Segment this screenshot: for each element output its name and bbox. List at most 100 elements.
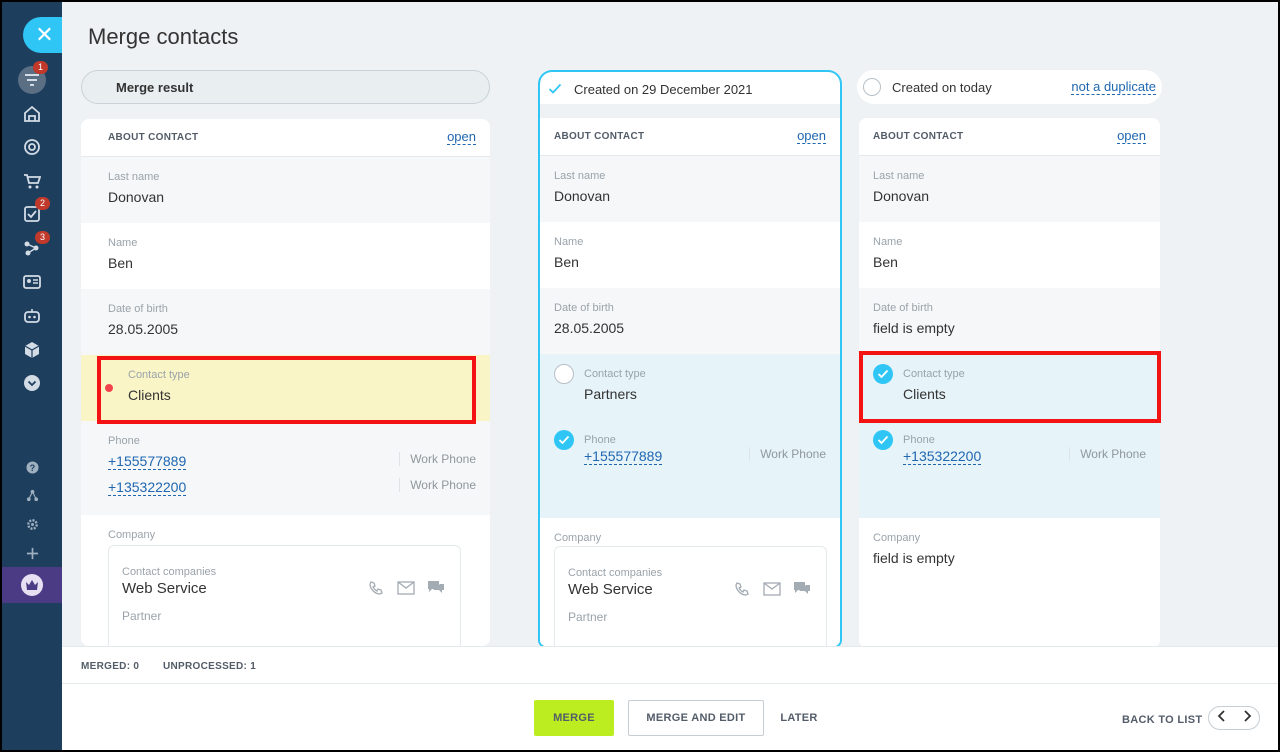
box-icon[interactable] [20,338,44,362]
action-bar: MERGE MERGE AND EDIT LATER BACK TO LIST [62,684,1278,750]
pager [1208,706,1260,730]
field-label: Last name [554,170,606,182]
tasks-badge: 2 [35,197,50,210]
open-link[interactable]: open [447,130,476,145]
company-field: Company field is empty [859,518,1160,648]
highlight-contact-type-duplicate [859,351,1161,423]
phone-number-link[interactable]: +135322200 [903,448,982,465]
company-card[interactable]: Contact companies Web Service Partner [108,545,461,646]
phone-selected-check-icon[interactable] [554,430,574,450]
filter-icon[interactable]: 1 [18,61,48,94]
help-icon[interactable]: ? [20,455,44,479]
company-card[interactable]: Contact companies Web Service Partner [554,546,827,646]
structure-icon[interactable] [20,483,44,507]
crown-icon [21,574,43,596]
merge-button[interactable]: MERGE [534,700,614,736]
open-link[interactable]: open [797,129,826,144]
filter-badge: 1 [33,61,48,74]
phone-selected-check-icon[interactable] [873,430,893,450]
more-chevron-icon[interactable] [20,371,44,395]
merge-and-edit-button[interactable]: MERGE AND EDIT [628,700,764,736]
highlight-contact-type-result [97,356,476,424]
duplicate-1-card: ABOUT CONTACT open Last name Donovan Nam… [538,104,842,648]
field-value: Ben [873,254,898,270]
contact-type-radio[interactable] [554,364,574,384]
date-of-birth-field: Date of birth 28.05.2005 [540,288,840,354]
field-value: field is empty [873,320,955,336]
company-role: Partner [122,609,162,623]
target-icon[interactable] [20,135,44,159]
field-value: 28.05.2005 [108,321,179,337]
sites-icon[interactable]: 3 [20,231,50,260]
open-link[interactable]: open [1117,129,1146,144]
field-label: Company [108,529,156,541]
duplicate-2-radio[interactable] [863,78,881,96]
section-title: ABOUT CONTACT [108,132,199,143]
company-label: Contact companies [568,567,663,579]
upgrade-plan-row[interactable] [2,567,62,603]
field-label: Phone [903,434,935,446]
duplicate-1-title: Created on 29 December 2021 [574,81,753,97]
company-field: Company Contact companies Web Service Pa… [81,515,490,646]
phone-type: Work Phone [399,452,476,466]
duplicate-2-header[interactable]: Created on today not a duplicate [857,70,1162,104]
unprocessed-count: UNPROCESSED: 1 [163,661,257,672]
chat-icon[interactable] [426,579,446,597]
contact-card-icon[interactable] [20,270,44,294]
field-label: Phone [584,434,616,446]
field-label: Name [873,236,903,248]
next-chevron-icon[interactable] [1242,709,1252,727]
selected-check-icon [548,83,562,94]
duplicate-1-header[interactable]: Created on 29 December 2021 [538,70,842,106]
phone-number-link[interactable]: +135322200 [108,479,187,496]
field-value: Donovan [108,189,165,205]
phone-number-link[interactable]: +155577889 [584,448,663,465]
company-name: Web Service [122,580,207,597]
field-label: Contact type [584,368,646,380]
name-field: Name Ben [859,222,1160,288]
field-value: 28.05.2005 [554,320,625,336]
back-to-list-link[interactable]: BACK TO LIST [1122,714,1202,726]
merge-stats-bar: MERGED: 0 UNPROCESSED: 1 [62,646,1278,684]
field-value: Ben [554,254,579,270]
company-label: Contact companies [122,566,217,578]
later-button[interactable]: LATER [774,700,824,736]
company-field: Company Contact companies Web Service Pa… [540,518,840,646]
add-icon[interactable] [20,541,44,565]
home-icon[interactable] [20,102,44,126]
phone-type: Work Phone [749,447,826,461]
last-name-field: Last name Donovan [81,157,490,223]
field-value: Ben [108,255,133,271]
field-label: Company [554,532,602,544]
name-field: Name Ben [540,222,840,288]
field-label: Date of birth [873,302,933,314]
chat-icon[interactable] [792,580,812,598]
cart-icon[interactable] [20,169,44,193]
phone-number-link[interactable]: +155577889 [108,453,187,470]
merge-result-header: Merge result [81,70,490,104]
field-label: Name [554,236,584,248]
name-field: Name Ben [81,223,490,289]
phone-call-icon[interactable] [732,580,752,598]
field-label: Last name [108,171,160,183]
mail-icon[interactable] [762,580,782,598]
prev-chevron-icon[interactable] [1217,709,1227,727]
app-frame: ✕ 1 2 3 ? Merge contacts Merge result Cr… [2,2,1278,750]
settings-gear-icon[interactable] [20,512,44,536]
about-contact-header: ABOUT CONTACT open [81,119,490,157]
phone-field: Phone +135322200 Work Phone [859,420,1160,518]
company-role: Partner [568,610,608,624]
not-a-duplicate-link[interactable]: not a duplicate [1071,80,1156,95]
robot-icon[interactable] [20,304,44,328]
field-label: Date of birth [108,303,168,315]
mail-icon[interactable] [396,579,416,597]
svg-text:?: ? [29,462,35,472]
tasks-icon[interactable]: 2 [20,197,50,226]
page-title: Merge contacts [88,24,239,49]
field-value: field is empty [873,550,955,566]
duplicate-2-title: Created on today [892,79,992,95]
field-value: Partners [584,386,637,402]
close-icon[interactable]: ✕ [23,17,62,53]
section-title: ABOUT CONTACT [873,131,964,142]
phone-call-icon[interactable] [366,579,386,597]
